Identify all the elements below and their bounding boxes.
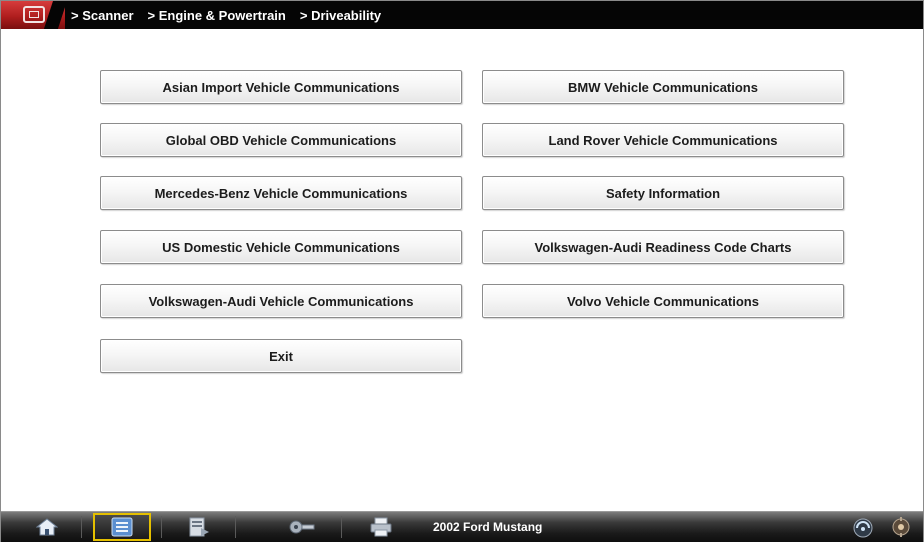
taskbar-separator — [161, 516, 162, 538]
taskbar-separator — [341, 516, 342, 538]
mercedes-benz-button[interactable]: Mercedes-Benz Vehicle Communications — [100, 176, 462, 210]
tools-icon — [286, 517, 316, 537]
us-domestic-button[interactable]: US Domestic Vehicle Communications — [100, 230, 462, 264]
taskbar-separator — [235, 516, 236, 538]
connection-button[interactable] — [841, 513, 885, 541]
tools-button[interactable] — [269, 513, 333, 541]
breadcrumb-scanner[interactable]: > Scanner — [71, 8, 134, 23]
breadcrumb-engine-powertrain[interactable]: > Engine & Powertrain — [148, 8, 286, 23]
connection-icon — [849, 516, 877, 538]
app-logo[interactable] — [1, 1, 65, 29]
vw-audi-readiness-button[interactable]: Volkswagen-Audi Readiness Code Charts — [482, 230, 844, 264]
data-button[interactable] — [177, 513, 221, 541]
volvo-button[interactable]: Volvo Vehicle Communications — [482, 284, 844, 318]
asian-import-button[interactable]: Asian Import Vehicle Communications — [100, 70, 462, 104]
data-icon — [187, 517, 211, 537]
vehicle-icon — [23, 6, 45, 23]
scanner-button[interactable] — [93, 513, 151, 541]
title-bar: > Scanner > Engine & Powertrain > Drivea… — [1, 1, 923, 29]
app-window: > Scanner > Engine & Powertrain > Drivea… — [0, 0, 924, 542]
global-obd-button[interactable]: Global OBD Vehicle Communications — [100, 123, 462, 157]
safety-information-button[interactable]: Safety Information — [482, 176, 844, 210]
vehicle-label: 2002 Ford Mustang — [433, 520, 543, 534]
scanner-icon — [109, 517, 135, 537]
taskbar: 2002 Ford Mustang — [1, 511, 923, 542]
home-icon — [36, 518, 58, 536]
printer-button[interactable] — [359, 513, 403, 541]
breadcrumb: > Scanner > Engine & Powertrain > Drivea… — [71, 8, 381, 23]
land-rover-button[interactable]: Land Rover Vehicle Communications — [482, 123, 844, 157]
breadcrumb-driveability[interactable]: > Driveability — [300, 8, 381, 23]
bmw-button[interactable]: BMW Vehicle Communications — [482, 70, 844, 104]
settings-icon — [889, 516, 913, 538]
taskbar-separator — [81, 516, 82, 538]
home-button[interactable] — [25, 513, 69, 541]
settings-button[interactable] — [881, 513, 921, 541]
vw-audi-vehicle-button[interactable]: Volkswagen-Audi Vehicle Communications — [100, 284, 462, 318]
exit-button[interactable]: Exit — [100, 339, 462, 373]
printer-icon — [369, 517, 393, 537]
